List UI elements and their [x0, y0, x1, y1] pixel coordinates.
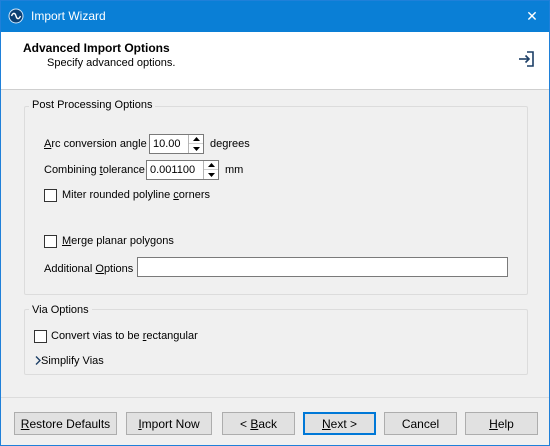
- spinner-buttons: [188, 135, 203, 153]
- miter-corners-checkbox[interactable]: [44, 189, 57, 202]
- arc-angle-spinbox[interactable]: 10.00: [149, 134, 204, 154]
- restore-defaults-button[interactable]: Restore Defaults: [14, 412, 117, 435]
- arc-angle-decrement[interactable]: [189, 144, 203, 153]
- spinner-buttons: [203, 161, 218, 179]
- merge-polygons-label[interactable]: Merge planar polygons: [62, 235, 174, 247]
- page-subtitle: Specify advanced options.: [47, 57, 176, 69]
- arc-angle-unit: degrees: [210, 138, 250, 150]
- cancel-button[interactable]: Cancel: [384, 412, 457, 435]
- tolerance-decrement[interactable]: [204, 170, 218, 179]
- window-title: Import Wizard: [31, 9, 106, 23]
- convert-vias-checkbox[interactable]: [34, 330, 47, 343]
- import-wizard-window: Import Wizard ✕ Advanced Import Options …: [0, 0, 550, 446]
- back-button[interactable]: < Back: [222, 412, 295, 435]
- title-bar: Import Wizard ✕: [1, 1, 549, 32]
- footer-separator: [1, 397, 549, 398]
- caret-down-icon: [192, 146, 200, 151]
- app-logo-icon: [8, 8, 24, 24]
- import-icon: [517, 49, 537, 69]
- simplify-vias-expander[interactable]: Simplify Vias: [35, 355, 104, 367]
- additional-options-label: Additional Options: [44, 263, 134, 275]
- via-options-legend: Via Options: [29, 304, 92, 316]
- arc-angle-value: 10.00: [153, 138, 181, 150]
- wizard-header: Advanced Import Options Specify advanced…: [1, 32, 549, 90]
- close-icon: ✕: [526, 8, 538, 24]
- additional-options-input[interactable]: [137, 257, 508, 277]
- tolerance-unit: mm: [225, 164, 244, 176]
- caret-down-icon: [207, 172, 215, 177]
- arc-angle-increment[interactable]: [189, 135, 203, 144]
- tolerance-increment[interactable]: [204, 161, 218, 170]
- post-processing-legend: Post Processing Options: [29, 99, 156, 111]
- miter-corners-label[interactable]: Miter rounded polyline corners: [62, 189, 210, 201]
- tolerance-spinbox[interactable]: 0.001100: [146, 160, 219, 180]
- caret-up-icon: [207, 163, 215, 167]
- tolerance-label: Combining tolerance: [44, 164, 145, 176]
- arc-angle-label: Arc conversion angle: [44, 138, 147, 150]
- import-now-button[interactable]: Import Now: [126, 412, 212, 435]
- tolerance-value: 0.001100: [150, 164, 196, 176]
- close-button[interactable]: ✕: [515, 1, 549, 32]
- merge-polygons-checkbox[interactable]: [44, 235, 57, 248]
- next-button[interactable]: Next >: [303, 412, 376, 435]
- help-button[interactable]: Help: [465, 412, 538, 435]
- simplify-vias-label: Simplify Vias: [41, 355, 104, 367]
- convert-vias-label[interactable]: Convert vias to be rectangular: [51, 330, 198, 342]
- page-title: Advanced Import Options: [23, 41, 170, 55]
- caret-up-icon: [192, 137, 200, 141]
